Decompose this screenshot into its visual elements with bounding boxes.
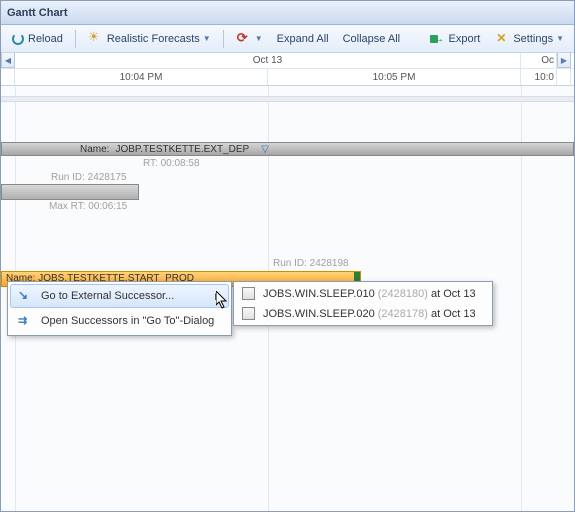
open-dialog-icon xyxy=(17,313,33,329)
scroll-left-button[interactable]: ◀ xyxy=(1,53,15,68)
submenu-item[interactable]: JOBS.WIN.SLEEP.020 (2428178) at Oct 13 xyxy=(236,304,490,323)
expand-all-button[interactable]: Expand All xyxy=(271,30,335,48)
settings-label: Settings xyxy=(513,33,553,45)
export-label: Export xyxy=(449,33,481,45)
date-cell: Oct 13 xyxy=(15,53,521,68)
run-id-label: Run ID: 2428198 xyxy=(273,258,349,269)
max-rt-label: Max RT: 00:06:15 xyxy=(49,201,127,212)
timeline-header: ◀ Oct 13 Oc ▶ 10:04 PM 10:05 PM 10:0 xyxy=(1,53,574,86)
job-date: at Oct 13 xyxy=(431,308,476,320)
toolbar: Reload Realistic Forecasts ▼ ▼ Expand Al… xyxy=(1,25,574,53)
export-icon xyxy=(430,31,446,47)
runtime-bar[interactable] xyxy=(1,184,139,200)
submenu: JOBS.WIN.SLEEP.010 (2428180) at Oct 13 J… xyxy=(233,281,493,326)
separator xyxy=(223,30,224,48)
reload-label: Reload xyxy=(28,33,63,45)
menu-item-label: Go to External Successor... xyxy=(41,290,174,302)
job-run-id: (2428178) xyxy=(378,308,428,320)
job-name-bar[interactable]: Name: JOBP.TESTKETTE.EXT_DEP ▽ xyxy=(1,142,574,156)
menu-item-open-successors[interactable]: Open Successors in "Go To"-Dialog xyxy=(10,309,229,333)
job-name: JOBS.WIN.SLEEP.010 xyxy=(263,288,375,300)
window-title-bar: Gantt Chart xyxy=(1,1,574,25)
separator xyxy=(75,30,76,48)
window-title: Gantt Chart xyxy=(7,7,68,19)
scroll-right-button[interactable]: ▶ xyxy=(557,53,571,68)
rt-label: RT: 00:08:58 xyxy=(143,158,200,169)
name-prefix: Name: xyxy=(80,144,109,155)
refresh-red-icon xyxy=(236,31,252,47)
job-name: JOBP.TESTKETTE.EXT_DEP xyxy=(115,144,249,155)
expand-collapse-button[interactable]: ▼ xyxy=(230,28,269,50)
run-id-label: Run ID: 2428175 xyxy=(51,172,127,183)
settings-icon xyxy=(494,31,510,47)
job-date: at Oct 13 xyxy=(431,288,476,300)
time-cell: 10:04 PM xyxy=(15,69,268,85)
submenu-item[interactable]: JOBS.WIN.SLEEP.010 (2428180) at Oct 13 xyxy=(236,284,490,303)
collapse-all-button[interactable]: Collapse All xyxy=(337,30,406,48)
context-menu: Go to External Successor... ▶ Open Succe… xyxy=(7,281,232,336)
goto-icon xyxy=(17,288,33,304)
job-run-id: (2428180) xyxy=(378,288,428,300)
menu-item-label: Open Successors in "Go To"-Dialog xyxy=(41,315,214,327)
collapse-all-label: Collapse All xyxy=(343,33,400,45)
time-cell: 10:0 xyxy=(521,69,557,85)
forecast-icon xyxy=(88,31,104,47)
gantt-chart-area[interactable]: Name: JOBP.TESTKETTE.EXT_DEP ▽ RT: 00:08… xyxy=(1,86,574,511)
forecasts-button[interactable]: Realistic Forecasts ▼ xyxy=(82,28,217,50)
checkbox-icon xyxy=(242,287,255,300)
job-name: JOBS.WIN.SLEEP.020 xyxy=(263,308,375,320)
time-cell: 10:05 PM xyxy=(268,69,521,85)
checkbox-icon xyxy=(242,307,255,320)
export-button[interactable]: Export xyxy=(424,28,487,50)
chevron-down-icon: ▼ xyxy=(255,34,263,43)
submenu-arrow-icon: ▶ xyxy=(215,291,222,302)
row-gap xyxy=(1,96,574,102)
date-cell: Oc xyxy=(521,53,557,68)
chevron-down-icon: ▼ xyxy=(203,34,211,43)
menu-item-goto-external[interactable]: Go to External Successor... ▶ xyxy=(10,284,229,308)
reload-button[interactable]: Reload xyxy=(5,29,69,49)
expand-all-label: Expand All xyxy=(277,33,329,45)
forecasts-label: Realistic Forecasts xyxy=(107,33,200,45)
chevron-down-icon: ▼ xyxy=(556,34,564,43)
settings-button[interactable]: Settings ▼ xyxy=(488,28,570,50)
reload-icon xyxy=(12,33,24,45)
dropdown-marker-icon: ▽ xyxy=(261,144,269,155)
